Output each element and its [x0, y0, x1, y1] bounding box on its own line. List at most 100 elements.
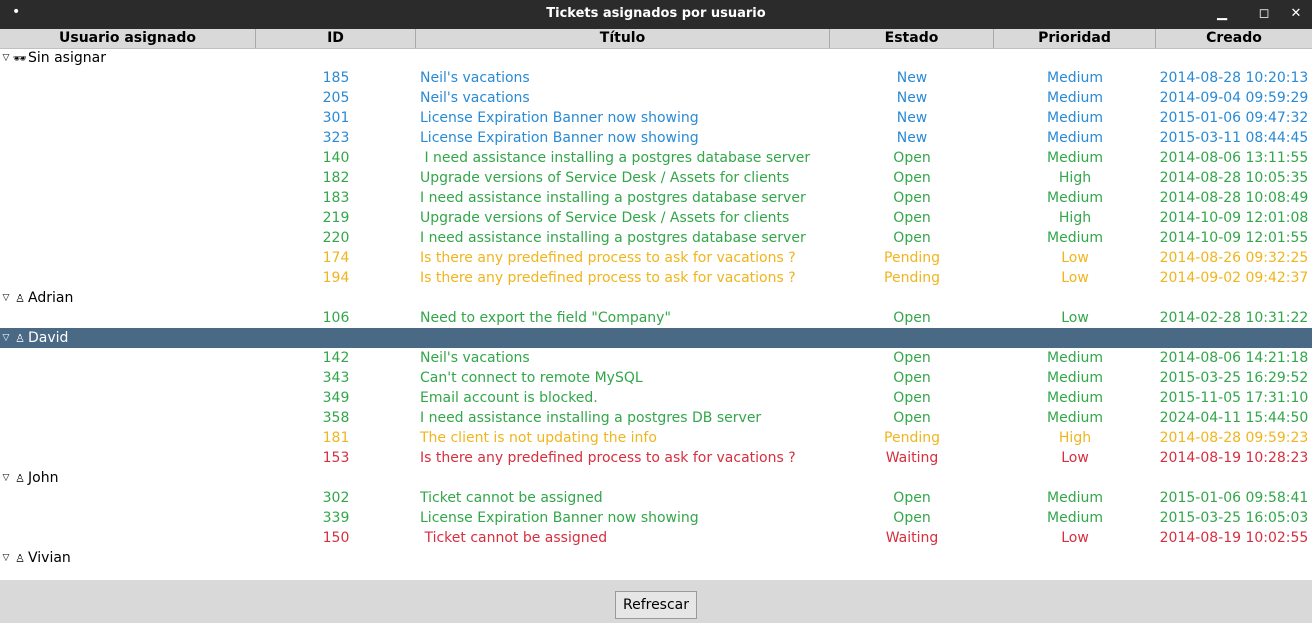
header-usuario[interactable]: Usuario asignado — [0, 29, 256, 48]
expand-arrow-icon[interactable]: ▽ — [0, 288, 12, 308]
ticket-id: 323 — [322, 130, 350, 146]
ticket-created: 2015-03-25 16:05:03 — [1159, 510, 1309, 526]
maximize-icon[interactable]: ◻ — [1250, 3, 1278, 25]
expand-arrow-icon[interactable]: ▽ — [0, 48, 12, 68]
ticket-state: Open — [893, 390, 931, 406]
group-name: Adrian — [28, 290, 74, 306]
header-id[interactable]: ID — [256, 29, 416, 48]
ticket-title: I need assistance installing a postgres … — [420, 410, 762, 426]
ticket-created: 2014-10-09 12:01:08 — [1159, 210, 1309, 226]
ticket-row[interactable]: 205 Neil's vacations New Medium 2014-09-04 0… — [0, 88, 1312, 108]
ticket-state: Open — [893, 490, 931, 506]
ticket-id: 181 — [322, 430, 350, 446]
ticket-priority: Low — [1061, 270, 1089, 286]
ticket-priority: Medium — [1047, 150, 1103, 166]
ticket-id: 106 — [322, 310, 350, 326]
ticket-priority: Medium — [1047, 390, 1103, 406]
ticket-row[interactable]: 183 I need assistance installing a postgr… — [0, 188, 1312, 208]
group-row[interactable]: ▽ ♙ David — [0, 328, 1312, 348]
ticket-priority: High — [1058, 210, 1092, 226]
ticket-priority: Medium — [1047, 410, 1103, 426]
ticket-priority: Medium — [1047, 90, 1103, 106]
ticket-state: Pending — [884, 430, 940, 446]
ticket-row[interactable]: 220 I need assistance installing a postgr… — [0, 228, 1312, 248]
refresh-button[interactable]: Refrescar — [615, 591, 697, 619]
ticket-created: 2014-02-28 10:31:22 — [1159, 310, 1309, 326]
ticket-created: 2014-09-02 09:42:37 — [1159, 270, 1309, 286]
ticket-priority: Medium — [1047, 130, 1103, 146]
ticket-row[interactable]: 174 Is there any predefined process to as… — [0, 248, 1312, 268]
ticket-row[interactable]: 150 Ticket cannot be assigned Waiting Low 2… — [0, 528, 1312, 548]
ticket-priority: Medium — [1047, 110, 1103, 126]
ticket-title: License Expiration Banner now showing — [420, 130, 699, 146]
ticket-id: 339 — [322, 510, 350, 526]
ticket-row[interactable]: 302 Ticket cannot be assigned Open Medium 20… — [0, 488, 1312, 508]
header-creado[interactable]: Creado — [1156, 29, 1312, 48]
ticket-state: Open — [893, 210, 931, 226]
ticket-created: 2015-03-25 16:29:52 — [1159, 370, 1309, 386]
ticket-state: New — [896, 90, 928, 106]
expand-arrow-icon[interactable]: ▽ — [0, 468, 12, 488]
title-bar: • Tickets asignados por usuario ▁ ◻ ✕ — [0, 0, 1312, 29]
ticket-row[interactable]: 219 Upgrade versions of Service Desk / As… — [0, 208, 1312, 228]
ticket-title: Neil's vacations — [420, 350, 530, 366]
ticket-created: 2014-10-09 12:01:55 — [1159, 230, 1309, 246]
group-row[interactable]: ▽ ♙ Adrian — [0, 288, 1312, 308]
ticket-row[interactable]: 153 Is there any predefined process to as… — [0, 448, 1312, 468]
ticket-id: 302 — [322, 490, 350, 506]
group-row[interactable]: ▽ 🕶Sin asignar — [0, 48, 1312, 68]
ticket-state: Open — [893, 410, 931, 426]
column-header: Usuario asignado ID Título Estado Priori… — [0, 29, 1312, 49]
glasses-icon: 🕶 — [13, 52, 27, 65]
ticket-created: 2014-08-06 14:21:18 — [1159, 350, 1309, 366]
ticket-state: New — [896, 110, 928, 126]
ticket-title: Neil's vacations — [420, 90, 530, 106]
ticket-title: License Expiration Banner now showing — [420, 110, 699, 126]
ticket-id: 219 — [322, 210, 350, 226]
user-icon: ♙ — [15, 472, 25, 485]
ticket-row[interactable]: 323 License Expiration Banner now showing… — [0, 128, 1312, 148]
ticket-created: 2014-08-28 10:05:35 — [1159, 170, 1309, 186]
ticket-row[interactable]: 194 Is there any predefined process to as… — [0, 268, 1312, 288]
expand-arrow-icon[interactable]: ▽ — [0, 328, 12, 348]
minimize-icon[interactable]: ▁ — [1208, 3, 1236, 25]
ticket-row[interactable]: 339 License Expiration Banner now showing… — [0, 508, 1312, 528]
ticket-created: 2014-08-19 10:28:23 — [1159, 450, 1309, 466]
ticket-title: Need to export the field "Company" — [420, 310, 671, 326]
ticket-id: 205 — [322, 90, 350, 106]
group-row[interactable]: ▽ ♙ John — [0, 468, 1312, 488]
expand-arrow-icon[interactable]: ▽ — [0, 548, 12, 568]
ticket-row[interactable]: 349 Email account is blocked. Open Medium 20… — [0, 388, 1312, 408]
header-prioridad[interactable]: Prioridad — [994, 29, 1156, 48]
ticket-row[interactable]: 106 Need to export the field "Company" Ope… — [0, 308, 1312, 328]
ticket-state: Open — [893, 370, 931, 386]
group-name: Vivian — [28, 550, 71, 566]
ticket-state: New — [896, 130, 928, 146]
ticket-created: 2014-08-28 10:08:49 — [1159, 190, 1309, 206]
ticket-state: Open — [893, 150, 931, 166]
ticket-row[interactable]: 343 Can't connect to remote MySQL Open Medi… — [0, 368, 1312, 388]
group-row[interactable]: ▽ ♙ Vivian — [0, 548, 1312, 568]
ticket-title: Upgrade versions of Service Desk / Asset… — [420, 210, 790, 226]
ticket-row[interactable]: 140 I need assistance installing a postg… — [0, 148, 1312, 168]
ticket-row[interactable]: 181 The client is not updating the info Pe… — [0, 428, 1312, 448]
ticket-tree[interactable]: ▽ 🕶Sin asignar 185 Neil's vacations New Mediu… — [0, 48, 1312, 580]
ticket-state: Open — [893, 230, 931, 246]
header-titulo[interactable]: Título — [416, 29, 830, 48]
ticket-row[interactable]: 142 Neil's vacations Open Medium 2014-08-06 … — [0, 348, 1312, 368]
header-estado[interactable]: Estado — [830, 29, 994, 48]
ticket-row[interactable]: 358 I need assistance installing a postgr… — [0, 408, 1312, 428]
ticket-state: Open — [893, 170, 931, 186]
ticket-state: Open — [893, 190, 931, 206]
ticket-title: Ticket cannot be assigned — [420, 490, 603, 506]
ticket-priority: Low — [1061, 530, 1089, 546]
ticket-title: Is there any predefined process to ask f… — [420, 250, 796, 266]
ticket-id: 194 — [322, 270, 350, 286]
ticket-id: 142 — [322, 350, 350, 366]
close-icon[interactable]: ✕ — [1282, 3, 1310, 25]
ticket-title: Email account is blocked. — [420, 390, 598, 406]
ticket-row[interactable]: 182 Upgrade versions of Service Desk / As… — [0, 168, 1312, 188]
ticket-row[interactable]: 185 Neil's vacations New Medium 2014-08-28 1… — [0, 68, 1312, 88]
ticket-title: I need assistance installing a postgres … — [420, 190, 806, 206]
ticket-row[interactable]: 301 License Expiration Banner now showing… — [0, 108, 1312, 128]
